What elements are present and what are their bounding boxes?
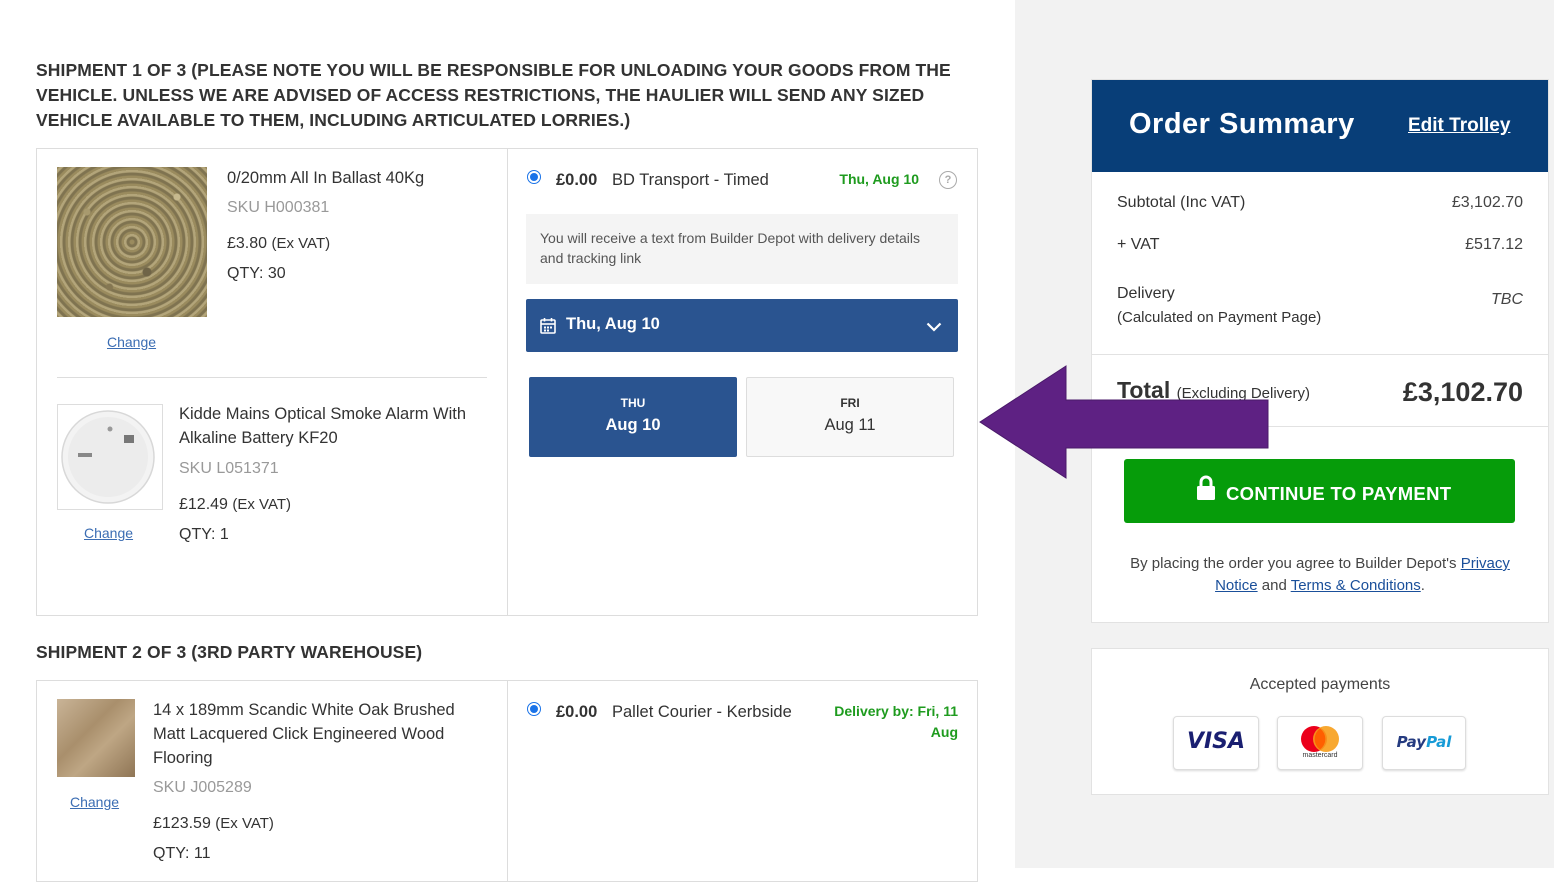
day-tile-thu[interactable]: THU Aug 10 (529, 377, 737, 457)
shipment-2-box: 14 x 189mm Scandic White Oak Brushed Mat… (36, 680, 978, 882)
price-value: £12.49 (179, 496, 228, 513)
paypal-pal: Pal (1426, 733, 1452, 751)
subtotal-value: £3,102.70 (1451, 194, 1523, 211)
delivery-date-dropdown[interactable]: Thu, Aug 10 (526, 299, 958, 352)
legal-suffix: . (1420, 577, 1425, 594)
visa-card-icon: VISA (1173, 716, 1259, 770)
product-sku: SKU L051371 (179, 460, 279, 477)
product-price: £12.49 (Ex VAT) (179, 496, 291, 514)
question-circle-icon[interactable]: ? (939, 171, 957, 189)
shipment-divider (507, 149, 508, 615)
mastercard-label: mastercard (1302, 752, 1338, 759)
mastercard-icon: mastercard (1277, 716, 1363, 770)
delivery-option-radio[interactable] (527, 170, 541, 184)
vat-label: + VAT (1117, 236, 1160, 253)
delivery-date: Thu, Aug 10 (839, 171, 919, 187)
order-summary-header: Order Summary Edit Trolley (1092, 80, 1548, 172)
product-name[interactable]: 14 x 189mm Scandic White Oak Brushed Mat… (153, 698, 483, 770)
checkout-main: SHIPMENT 1 OF 3 (PLEASE NOTE YOU WILL BE… (0, 0, 1015, 882)
paypal-pay: Pay (1396, 733, 1427, 751)
day-weekday: THU (620, 396, 646, 410)
delivery-sublabel: (Calculated on Payment Page) (1117, 309, 1322, 326)
edit-trolley-link[interactable]: Edit Trolley (1408, 115, 1510, 137)
delivery-option-radio[interactable] (527, 702, 541, 716)
accepted-payments-panel: Accepted payments VISA mastercard PayPal (1091, 648, 1549, 795)
vat-value: £517.12 (1465, 236, 1523, 253)
chevron-down-icon (926, 318, 942, 337)
paypal-icon: PayPal (1382, 716, 1466, 770)
product-qty: QTY: 1 (179, 526, 229, 543)
product-name[interactable]: Kidde Mains Optical Smoke Alarm With Alk… (179, 402, 479, 450)
summary-divider (1092, 354, 1548, 355)
annotation-arrow-icon (979, 365, 1269, 479)
legal-notice: By placing the order you agree to Builde… (1117, 553, 1523, 597)
day-date: Aug 10 (605, 416, 661, 434)
shipment-1-box: 0/20mm All In Ballast 40Kg SKU H000381 £… (36, 148, 978, 616)
vat-note: (Ex VAT) (215, 815, 274, 832)
terms-conditions-link[interactable]: Terms & Conditions (1291, 577, 1421, 594)
shipment-2-heading: SHIPMENT 2 OF 3 (3RD PARTY WAREHOUSE) (36, 642, 423, 662)
visa-label: VISA (1186, 729, 1246, 754)
smoke-alarm-product-image[interactable] (57, 404, 163, 510)
product-qty: QTY: 11 (153, 845, 211, 862)
button-label: CONTINUE TO PAYMENT (1226, 483, 1452, 504)
product-price: £3.80 (Ex VAT) (227, 235, 330, 253)
delivery-method: Pallet Courier - Kerbside (612, 703, 792, 721)
smoke-alarm-icon (61, 410, 155, 504)
delivery-date-line2: Aug (930, 724, 958, 740)
vat-note: (Ex VAT) (271, 235, 331, 252)
product-qty: QTY: 30 (227, 265, 286, 282)
delivery-method: BD Transport - Timed (612, 171, 769, 189)
price-value: £3.80 (227, 235, 268, 252)
calendar-icon (540, 317, 556, 339)
day-date: Aug 11 (824, 416, 876, 434)
legal-and: and (1261, 577, 1287, 594)
delivery-date-line1: Delivery by: Fri, 11 (834, 703, 958, 719)
paypal-label: PayPal (1383, 733, 1465, 751)
shipment-divider (507, 681, 508, 881)
day-tile-fri[interactable]: FRI Aug 11 (746, 377, 954, 457)
delivery-info-note: You will receive a text from Builder Dep… (526, 214, 958, 284)
dropdown-value: Thu, Aug 10 (566, 315, 660, 333)
delivery-value: TBC (1491, 291, 1523, 308)
change-link[interactable]: Change (70, 794, 119, 810)
oak-flooring-product-image[interactable] (57, 699, 135, 777)
legal-prefix: By placing the order you agree to Builde… (1130, 555, 1457, 572)
delivery-price: £0.00 (556, 171, 598, 189)
delivery-label: Delivery (1117, 285, 1175, 302)
product-price: £123.59 (Ex VAT) (153, 815, 274, 833)
change-link[interactable]: Change (107, 334, 156, 350)
product-sku: SKU H000381 (227, 199, 330, 216)
product-sku: SKU J005289 (153, 779, 252, 796)
subtotal-label: Subtotal (Inc VAT) (1117, 194, 1246, 211)
mastercard-circles (1301, 726, 1339, 752)
change-link[interactable]: Change (84, 525, 133, 541)
item-divider (57, 377, 487, 378)
product-name[interactable]: 0/20mm All In Ballast 40Kg (227, 166, 487, 190)
vat-note: (Ex VAT) (232, 496, 291, 513)
price-value: £123.59 (153, 815, 211, 832)
order-summary-panel: Order Summary Edit Trolley Subtotal (Inc… (1091, 79, 1549, 623)
delivery-date: Delivery by: Fri, 11 Aug (807, 701, 958, 743)
ballast-product-image[interactable] (57, 167, 207, 317)
delivery-price: £0.00 (556, 703, 598, 721)
shipment-1-heading: SHIPMENT 1 OF 3 (PLEASE NOTE YOU WILL BE… (36, 60, 951, 130)
day-weekday: FRI (840, 396, 860, 410)
total-value: £3,102.70 (1402, 377, 1523, 407)
accepted-payments-title: Accepted payments (1249, 676, 1391, 693)
order-summary-title: Order Summary (1129, 108, 1355, 140)
